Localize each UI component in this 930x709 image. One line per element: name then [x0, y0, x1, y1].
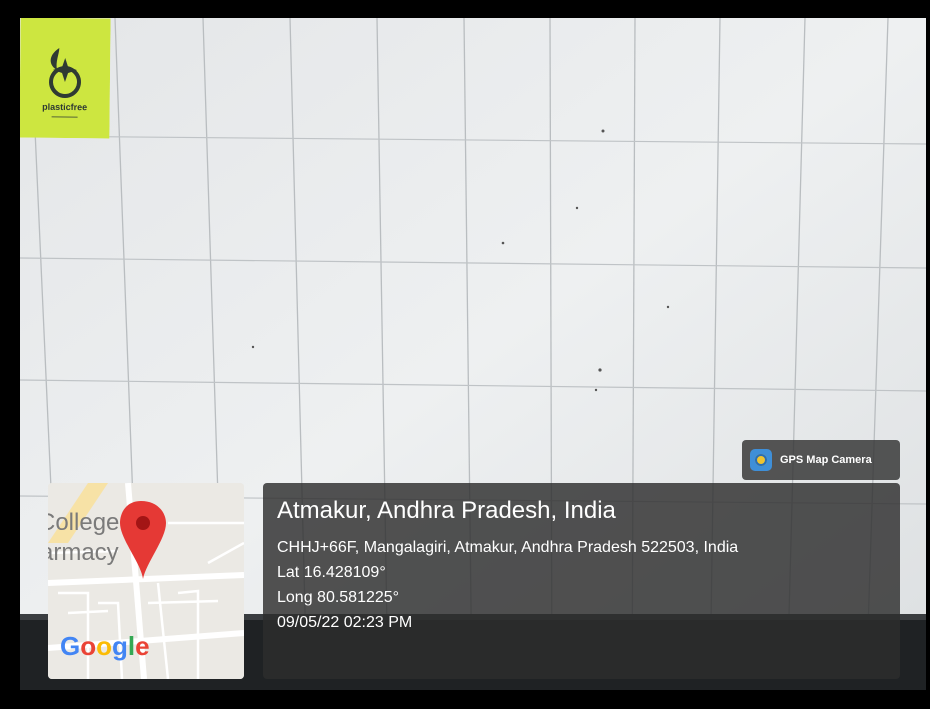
app-badge-label: GPS Map Camera [780, 454, 872, 466]
image-frame: plasticfree GPS Map Camera ollege rmacy … [0, 0, 930, 709]
address-text: CHHJ+66F, Mangalagiri, Atmakur, Andhra P… [277, 539, 739, 556]
photo: plasticfree GPS Map Camera ollege rmacy … [20, 18, 926, 690]
map-label-2: armacy [48, 539, 119, 566]
map-label-1: College [48, 509, 120, 536]
gps-map-camera-badge: GPS Map Camera [742, 440, 900, 480]
google-logo: Google [60, 631, 150, 661]
longitude-text: Long 80.581225° [277, 589, 400, 606]
gps-map-camera-icon [750, 449, 772, 471]
map-thumbnail[interactable]: College armacy Google [48, 483, 244, 679]
datetime-text: 09/05/22 02:23 PM [277, 614, 413, 631]
plasticfree-sticker: plasticfree [20, 18, 111, 139]
location-info-panel: Atmakur, Andhra Pradesh, India CHHJ+66F,… [263, 483, 900, 679]
location-title: Atmakur, Andhra Pradesh, India [277, 497, 616, 524]
svg-text:plasticfree: plasticfree [42, 102, 87, 112]
latitude-text: Lat 16.428109° [277, 564, 386, 581]
